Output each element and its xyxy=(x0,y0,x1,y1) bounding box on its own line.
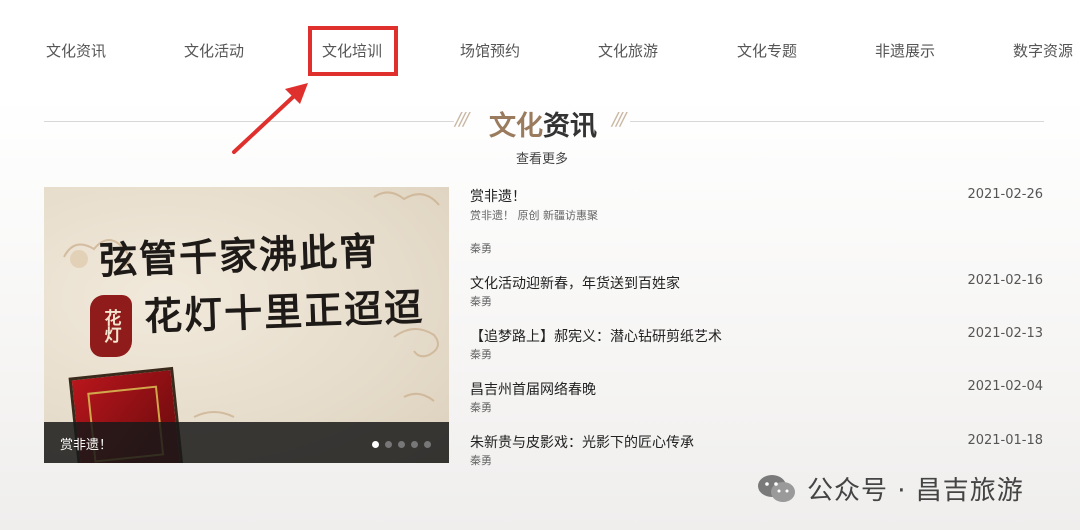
nav-item-digital-resources[interactable]: 数字资源 xyxy=(1013,40,1073,62)
wechat-watermark: 公众号 · 昌吉旅游 xyxy=(757,470,1024,507)
section-title-part2: 资讯 xyxy=(543,111,597,142)
title-ornament-left: /// xyxy=(455,109,469,130)
nav-item-culture-topics[interactable]: 文化专题 xyxy=(737,40,797,62)
news-item-title[interactable]: 昌吉州首届网络春晚 xyxy=(470,379,596,399)
wechat-icon xyxy=(758,474,795,502)
nav-item-venue-booking[interactable]: 场馆预约 xyxy=(460,40,520,62)
news-item-author: 秦勇 xyxy=(470,348,492,361)
news-item-date: 2021-02-26 xyxy=(967,187,1043,202)
title-divider-right xyxy=(630,121,1044,122)
section-title-part1: 文化 xyxy=(489,111,543,142)
top-nav: 文化资讯 文化活动 文化培训 场馆预约 文化旅游 文化专题 非遗展示 数字资源 xyxy=(0,0,1080,96)
carousel-caption[interactable]: 赏非遗！ xyxy=(60,434,112,453)
news-item-author: 秦勇 xyxy=(470,454,492,467)
title-divider-left xyxy=(44,121,454,122)
news-item-author: 秦勇 xyxy=(470,295,492,308)
carousel-dot-4[interactable] xyxy=(411,441,418,448)
red-seal: 花灯 xyxy=(90,295,132,357)
nav-item-culture-activities[interactable]: 文化活动 xyxy=(184,40,244,62)
nav-item-culture-news[interactable]: 文化资讯 xyxy=(46,40,106,62)
carousel-dot-2[interactable] xyxy=(385,441,392,448)
news-item-author: 秦勇 xyxy=(470,242,492,255)
news-item-date: 2021-01-18 xyxy=(967,433,1043,448)
banner-calligraphy-line1: 弦管千家沸此宵 xyxy=(98,228,380,283)
news-item-title[interactable]: 赏非遗！ xyxy=(470,186,526,206)
news-item-subtitle: 赏非遗！ 原创 新疆访惠聚 xyxy=(470,209,598,222)
carousel-dot-1[interactable] xyxy=(372,441,379,448)
carousel-caption-bar: 赏非遗！ xyxy=(44,422,449,463)
watermark-text: 公众号 · 昌吉旅游 xyxy=(807,476,1024,506)
view-more-link[interactable]: 查看更多 xyxy=(516,148,568,167)
banner-calligraphy-line2: 花灯十里正迢迢 xyxy=(143,284,425,339)
news-item-title[interactable]: 【追梦路上】郝宪义：潜心钻研剪纸艺术 xyxy=(470,326,722,346)
carousel-dot-5[interactable] xyxy=(424,441,431,448)
section-title: 文化资讯 xyxy=(489,104,597,143)
news-item-title[interactable]: 文化活动迎新春，年货送到百姓家 xyxy=(470,273,680,293)
title-ornament-right: /// xyxy=(612,109,626,130)
highlight-box xyxy=(308,26,398,76)
news-item-author: 秦勇 xyxy=(470,401,492,414)
news-item-title[interactable]: 朱新贵与皮影戏：光影下的匠心传承 xyxy=(470,432,694,452)
nav-item-heritage-showcase[interactable]: 非遗展示 xyxy=(875,40,935,62)
news-item-date: 2021-02-13 xyxy=(967,326,1043,341)
carousel-pagination xyxy=(372,441,431,448)
news-item-date: 2021-02-16 xyxy=(967,273,1043,288)
news-carousel[interactable]: 弦管千家沸此宵 花灯十里正迢迢 花灯 赏非遗！ xyxy=(44,187,449,463)
news-item-date: 2021-02-04 xyxy=(967,379,1043,394)
nav-item-culture-tourism[interactable]: 文化旅游 xyxy=(598,40,658,62)
carousel-dot-3[interactable] xyxy=(398,441,405,448)
